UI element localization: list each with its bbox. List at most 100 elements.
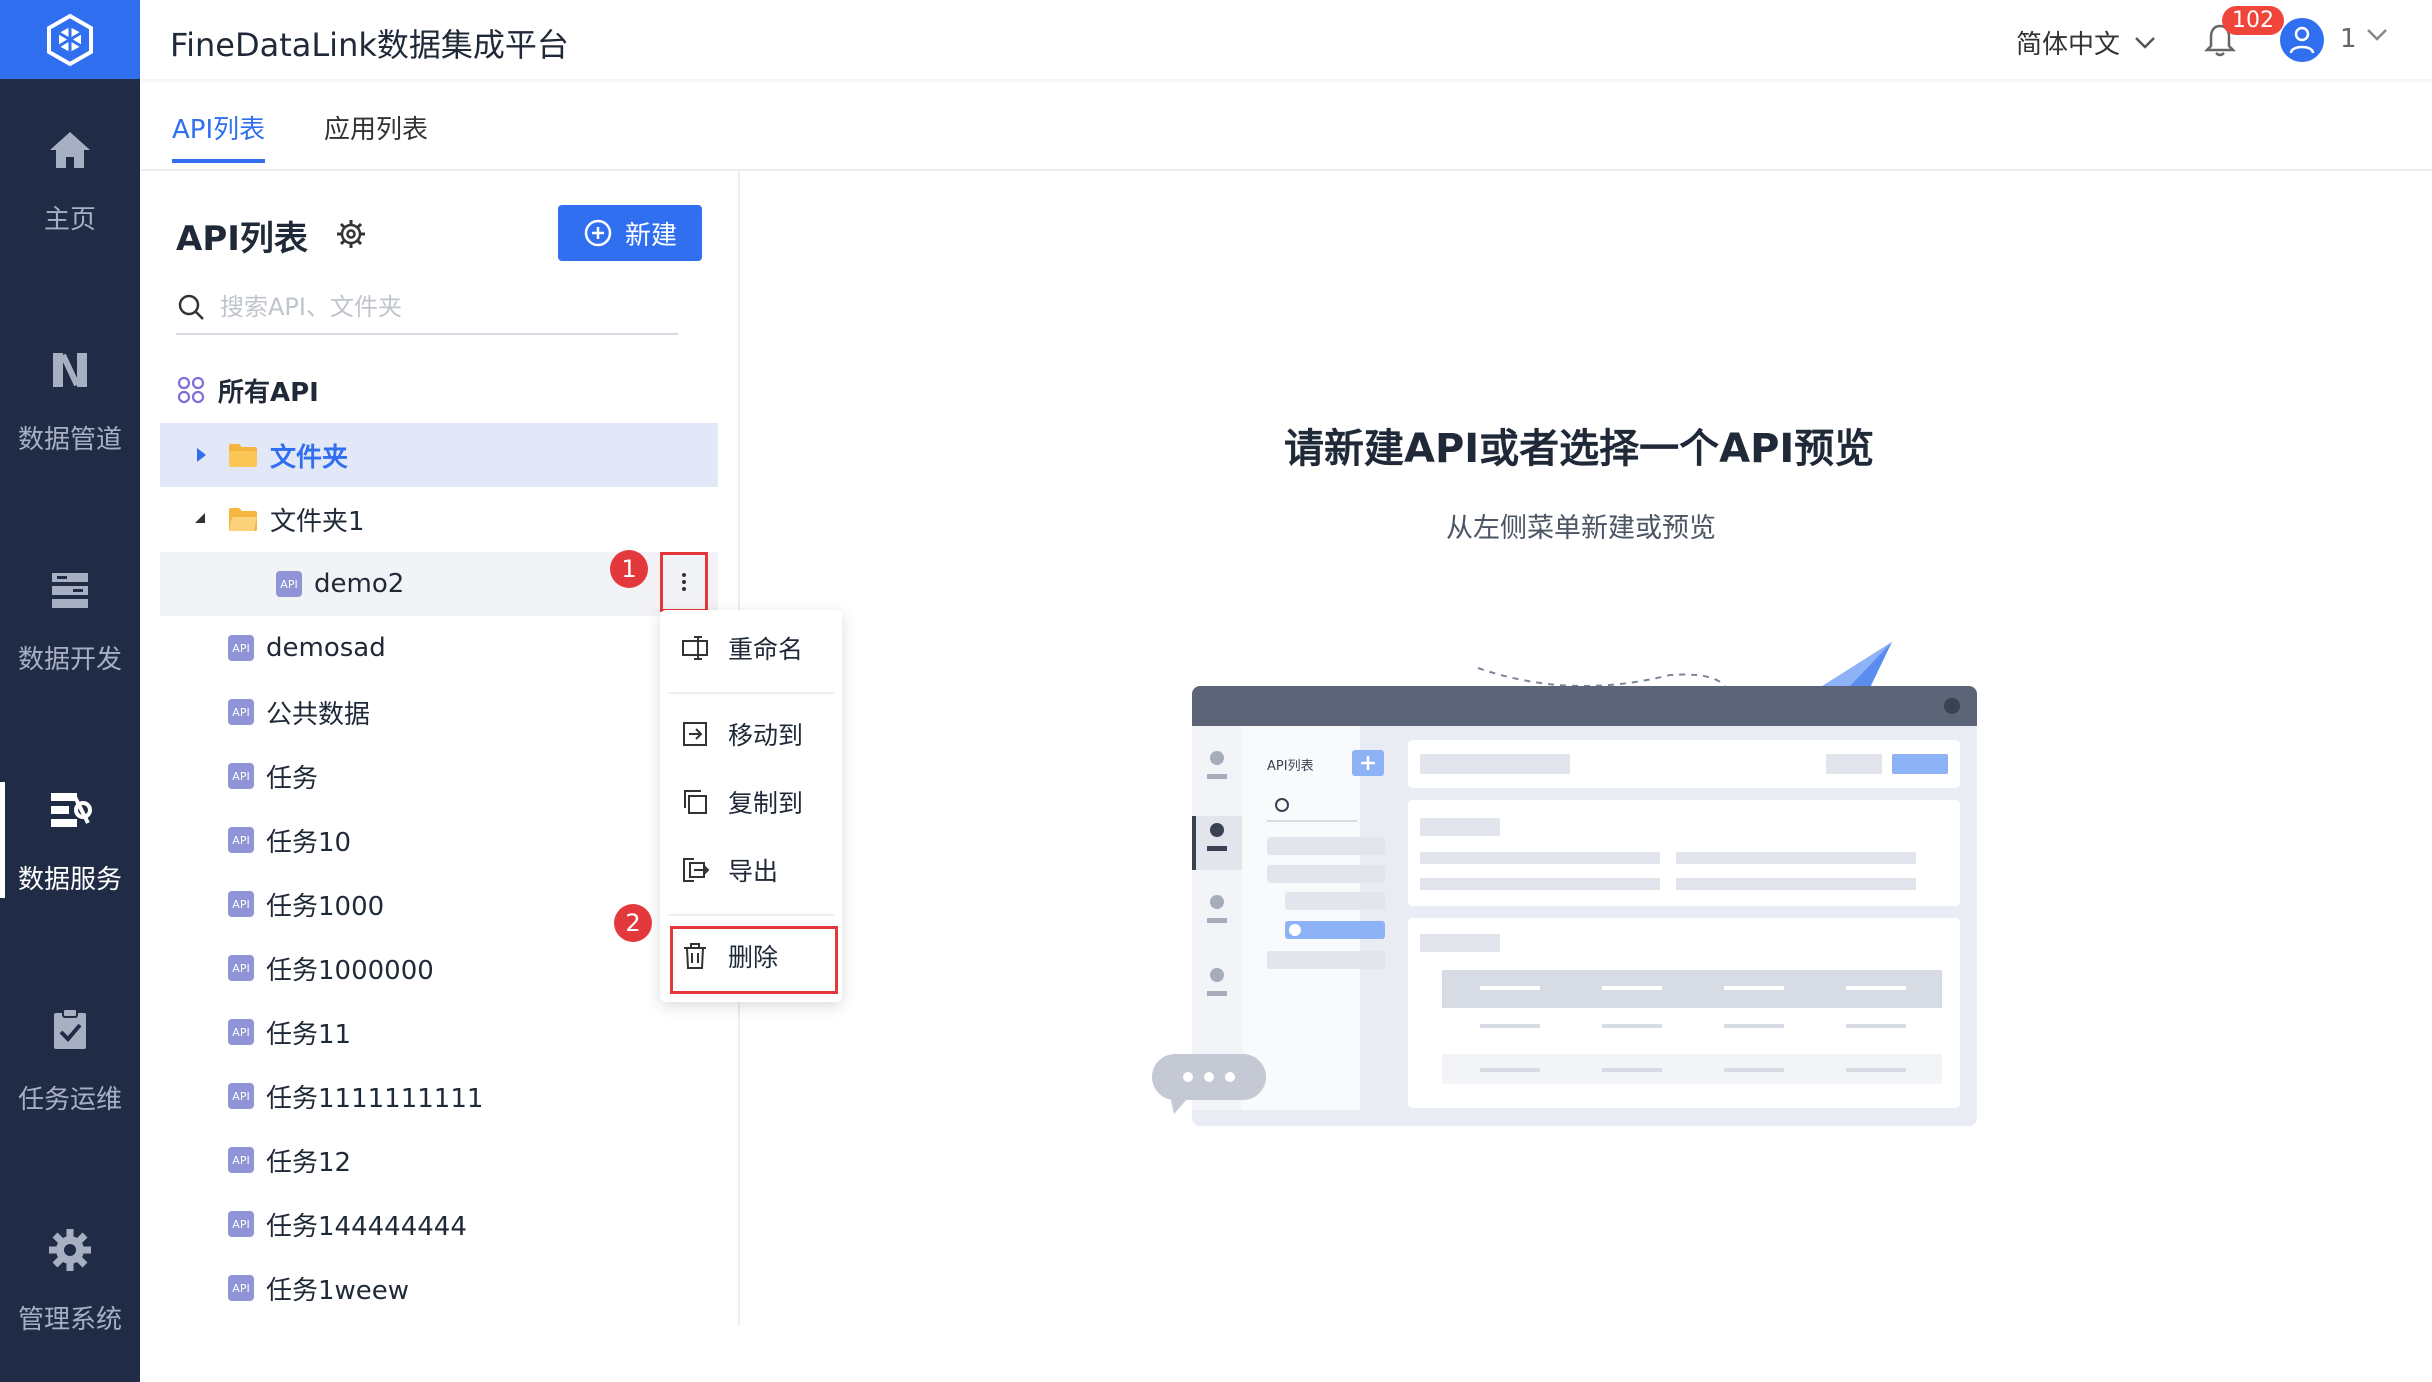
plus-circle-icon bbox=[584, 219, 612, 247]
tree-label: demo2 bbox=[314, 569, 405, 599]
step-marker-1: 1 bbox=[610, 550, 648, 588]
empty-state-subtitle: 从左侧菜单新建或预览 bbox=[1446, 513, 1716, 544]
step-marker-2: 2 bbox=[614, 904, 652, 942]
api-icon: API bbox=[228, 1275, 254, 1301]
tree-row-api[interactable]: API 任务10 bbox=[160, 808, 718, 872]
tree-row-api[interactable]: API 公共数据 bbox=[160, 680, 718, 744]
search-icon bbox=[178, 294, 204, 320]
menu-divider bbox=[668, 914, 834, 916]
illustration-label: API列表 bbox=[1267, 759, 1314, 774]
nav-label-home: 主页 bbox=[43, 204, 96, 235]
caret-down-icon[interactable] bbox=[192, 510, 210, 528]
chevron-down-icon[interactable] bbox=[2366, 28, 2388, 42]
api-tree-panel: API列表 新建 所有API 文件夹 文件夹1 API demo2 API de… bbox=[140, 171, 740, 1326]
menu-item-move[interactable]: 移动到 bbox=[680, 710, 840, 758]
api-icon: API bbox=[276, 571, 302, 597]
menu-item-export[interactable]: 导出 bbox=[680, 846, 840, 894]
tree-row-folder1[interactable]: 文件夹1 bbox=[160, 487, 718, 551]
rename-icon bbox=[682, 636, 708, 660]
menu-label-rename: 重命名 bbox=[728, 635, 804, 664]
tree-label: 任务12 bbox=[266, 1147, 352, 1178]
api-icon: API bbox=[228, 1147, 254, 1173]
copy-icon bbox=[684, 790, 707, 814]
tree-label: 任务1000 bbox=[266, 891, 385, 922]
menu-label-export: 导出 bbox=[728, 857, 779, 886]
tree-row-api[interactable]: API 任务144444444 bbox=[160, 1192, 718, 1256]
all-api-label: 所有API bbox=[218, 377, 319, 408]
api-icon: API bbox=[228, 1211, 254, 1237]
nav-item-admin[interactable]: 管理系统 bbox=[0, 1200, 140, 1360]
tree-row-folder[interactable]: 文件夹 bbox=[160, 423, 718, 487]
tree-row-api[interactable]: API 任务1000000 bbox=[160, 936, 718, 1000]
more-vertical-icon bbox=[682, 573, 686, 591]
top-bar: FineDataLink数据集成平台 简体中文 102 1 bbox=[140, 0, 2432, 79]
menu-item-copy[interactable]: 复制到 bbox=[680, 778, 840, 826]
tree-row-api[interactable]: API 任务 bbox=[160, 744, 718, 808]
api-icon: API bbox=[228, 955, 254, 981]
grid-icon bbox=[177, 376, 205, 404]
nav-item-service[interactable]: 数据服务 bbox=[0, 760, 140, 920]
folder-icon bbox=[229, 444, 257, 467]
search-input[interactable] bbox=[220, 293, 660, 321]
nav-item-dev[interactable]: 数据开发 bbox=[0, 540, 140, 700]
api-icon: API bbox=[228, 1019, 254, 1045]
empty-state-illustration: API列表 bbox=[1152, 642, 1977, 1126]
tree-label: 任务 bbox=[266, 763, 319, 794]
dev-icon bbox=[52, 572, 88, 608]
nav-item-ops[interactable]: 任务运维 bbox=[0, 980, 140, 1140]
tree-row-api[interactable]: API demosad bbox=[160, 616, 718, 680]
api-icon: API bbox=[228, 763, 254, 789]
api-icon: API bbox=[228, 827, 254, 853]
api-icon: API bbox=[228, 1083, 254, 1109]
tree-label: 任务144444444 bbox=[266, 1211, 467, 1242]
tree-row-api[interactable]: API 任务1111111111 bbox=[160, 1064, 718, 1128]
tab-app-list[interactable]: 应用列表 bbox=[324, 109, 428, 146]
tree-label: 任务11 bbox=[266, 1019, 352, 1050]
user-icon bbox=[2289, 26, 2315, 54]
app-logo[interactable] bbox=[0, 0, 140, 79]
tree-row-api[interactable]: API 任务1weew bbox=[160, 1256, 718, 1320]
export-icon bbox=[683, 858, 710, 882]
language-selector[interactable]: 简体中文 bbox=[2016, 24, 2156, 61]
ops-icon bbox=[54, 1007, 86, 1049]
api-icon: API bbox=[228, 891, 254, 917]
tree-row-api[interactable]: API 任务12 bbox=[160, 1128, 718, 1192]
panel-title: API列表 bbox=[176, 219, 308, 259]
nav-label-service: 数据服务 bbox=[17, 864, 122, 895]
nav-label-dev: 数据开发 bbox=[17, 644, 122, 675]
nav-label-ops: 任务运维 bbox=[17, 1084, 122, 1115]
notification-badge: 102 bbox=[2222, 6, 2284, 35]
caret-right-icon[interactable] bbox=[192, 446, 210, 464]
more-actions-button[interactable] bbox=[660, 552, 708, 612]
logo-icon bbox=[47, 13, 93, 66]
avatar[interactable] bbox=[2280, 18, 2324, 62]
move-icon bbox=[683, 722, 707, 746]
nav-item-pipeline[interactable]: 数据管道 bbox=[0, 320, 140, 480]
home-icon bbox=[50, 131, 90, 168]
delete-highlight-box bbox=[670, 926, 838, 994]
language-label: 简体中文 bbox=[2016, 30, 2121, 60]
menu-label-move: 移动到 bbox=[728, 721, 804, 750]
settings-icon[interactable] bbox=[334, 217, 368, 251]
tree-label: 任务10 bbox=[266, 827, 352, 858]
pipeline-icon bbox=[53, 352, 87, 387]
tree-label: 任务1000000 bbox=[266, 955, 434, 986]
folder-open-icon bbox=[229, 508, 257, 531]
new-api-button[interactable]: 新建 bbox=[558, 205, 702, 261]
service-icon bbox=[51, 792, 92, 827]
tab-api-list[interactable]: API列表 bbox=[172, 109, 266, 163]
tree-label: 任务1weew bbox=[266, 1275, 410, 1306]
user-name[interactable]: 1 bbox=[2340, 24, 2357, 54]
tree-label: demosad bbox=[266, 633, 386, 663]
menu-item-rename[interactable]: 重命名 bbox=[680, 624, 840, 672]
search-box bbox=[176, 281, 678, 335]
tree-label: 公共数据 bbox=[266, 699, 371, 730]
new-button-label: 新建 bbox=[624, 220, 677, 251]
left-navigation: 主页 数据管道 数据开发 数据服务 任务运维 管理系统 bbox=[0, 0, 140, 1382]
tree-row-api[interactable]: API 任务11 bbox=[160, 1000, 718, 1064]
nav-item-home[interactable]: 主页 bbox=[0, 100, 140, 260]
tree-label: 文件夹1 bbox=[270, 506, 365, 537]
tree-label: 任务1111111111 bbox=[266, 1083, 484, 1114]
tree-all-api[interactable]: 所有API bbox=[160, 358, 718, 422]
api-icon: API bbox=[228, 635, 254, 661]
